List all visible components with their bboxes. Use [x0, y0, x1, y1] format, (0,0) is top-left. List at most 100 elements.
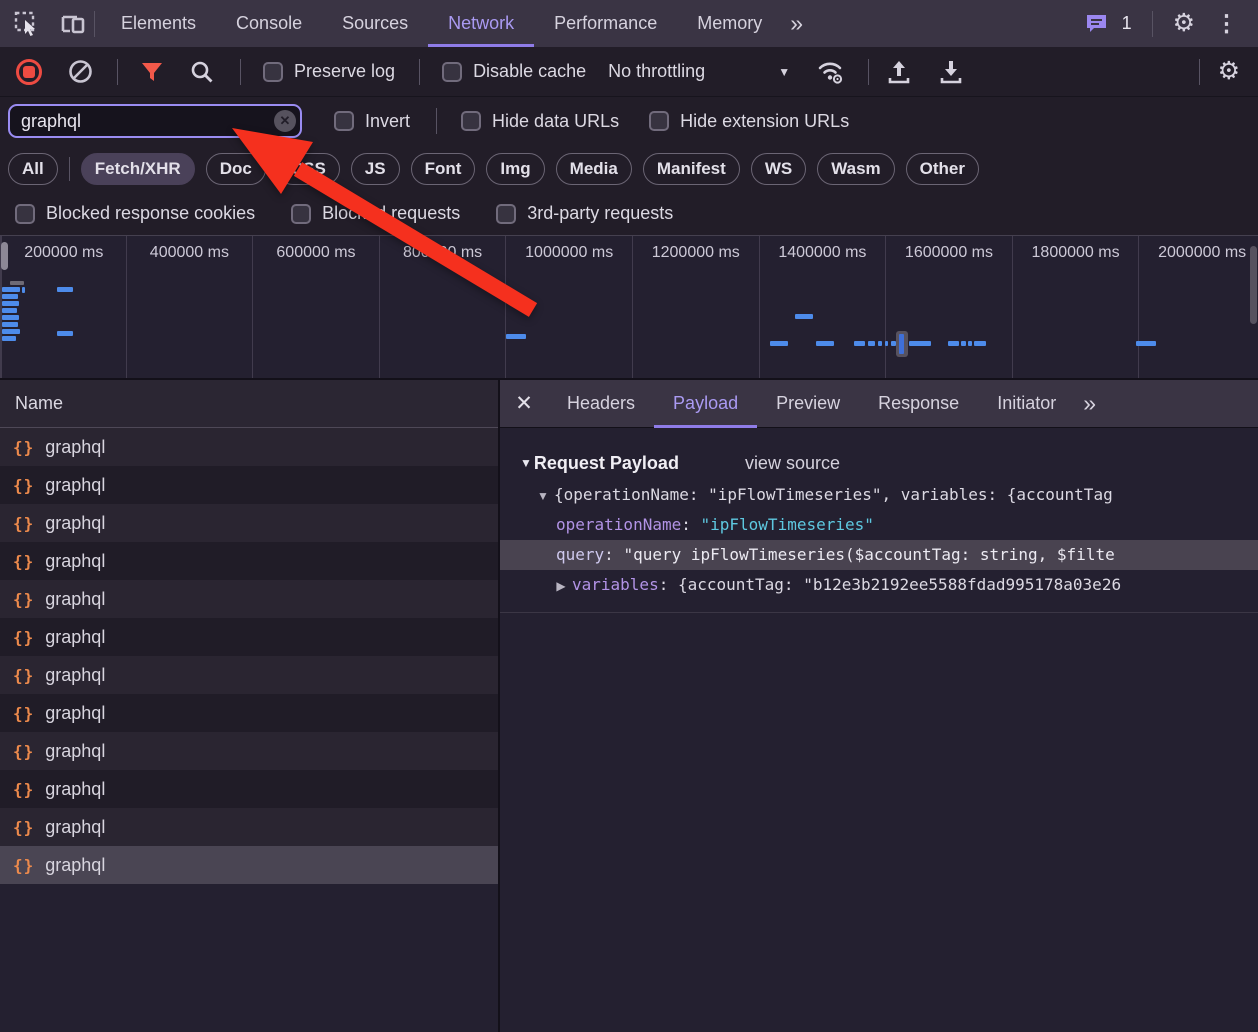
- import-har-icon[interactable]: [887, 59, 911, 85]
- timeline-scroll-thumb-right[interactable]: [1250, 246, 1257, 324]
- request-row[interactable]: {}graphql: [0, 732, 498, 770]
- third-party-requests-checkbox[interactable]: 3rd-party requests: [496, 203, 673, 224]
- json-request-icon: {}: [13, 552, 34, 571]
- filter-funnel-icon[interactable]: [140, 61, 164, 83]
- details-tab-payload[interactable]: Payload: [654, 380, 757, 428]
- chip-ws[interactable]: WS: [751, 153, 806, 185]
- hide-data-urls-checkbox[interactable]: Hide data URLs: [461, 111, 619, 132]
- preserve-log-checkbox[interactable]: Preserve log: [263, 61, 395, 82]
- clear-network-log-icon[interactable]: [68, 59, 93, 84]
- tab-performance[interactable]: Performance: [534, 0, 677, 47]
- checkbox-box[interactable]: [263, 62, 283, 82]
- request-row[interactable]: {}graphql: [0, 428, 498, 466]
- device-toolbar-icon[interactable]: [60, 12, 88, 36]
- export-har-icon[interactable]: [939, 59, 963, 85]
- request-row[interactable]: {}graphql: [0, 618, 498, 656]
- checkbox-box[interactable]: [649, 111, 669, 131]
- close-details-icon[interactable]: ✕: [500, 380, 548, 428]
- name-column-header[interactable]: Name: [0, 380, 498, 428]
- chip-css[interactable]: CSS: [277, 153, 340, 185]
- request-row[interactable]: {}graphql: [0, 656, 498, 694]
- waterfall-bar: [2, 315, 19, 320]
- more-details-tabs-icon[interactable]: »: [1075, 392, 1104, 415]
- blocked-requests-checkbox[interactable]: Blocked requests: [291, 203, 460, 224]
- tab-memory[interactable]: Memory: [677, 0, 782, 47]
- invert-checkbox[interactable]: Invert: [334, 111, 410, 132]
- checkbox-box[interactable]: [496, 204, 516, 224]
- requests-empty-area: [0, 884, 498, 1032]
- settings-gear-icon[interactable]: ⚙: [1173, 11, 1195, 36]
- details-tab-headers[interactable]: Headers: [548, 380, 654, 428]
- record-network-log-icon[interactable]: [16, 59, 42, 85]
- network-overview-timeline[interactable]: 200000 ms 400000 ms 600000 ms 800000 ms …: [0, 235, 1258, 380]
- issues-message-icon[interactable]: [1085, 13, 1108, 34]
- json-request-icon: {}: [13, 666, 34, 685]
- chip-js[interactable]: JS: [351, 153, 400, 185]
- divider: [69, 157, 70, 181]
- tree-collapsed-icon[interactable]: ▶: [550, 571, 572, 600]
- chip-all[interactable]: All: [8, 153, 58, 185]
- tab-network[interactable]: Network: [428, 0, 534, 47]
- request-row[interactable]: {}graphql: [0, 580, 498, 618]
- request-row[interactable]: {}graphql: [0, 504, 498, 542]
- request-row[interactable]: {}graphql: [0, 466, 498, 504]
- request-name: graphql: [45, 513, 105, 534]
- waterfall-bar: [770, 341, 788, 346]
- hide-extension-urls-checkbox[interactable]: Hide extension URLs: [649, 111, 849, 132]
- json-request-icon: {}: [13, 590, 34, 609]
- request-row[interactable]: {}graphql: [0, 808, 498, 846]
- view-source-link[interactable]: view source: [745, 453, 840, 474]
- throttling-dropdown[interactable]: No throttling ▼: [608, 61, 790, 82]
- payload-operation-name-line[interactable]: operationName: "ipFlowTimeseries": [500, 510, 1258, 540]
- chip-other[interactable]: Other: [906, 153, 979, 185]
- request-row[interactable]: {}graphql: [0, 694, 498, 732]
- checkbox-box[interactable]: [334, 111, 354, 131]
- checkbox-box[interactable]: [15, 204, 35, 224]
- tab-console[interactable]: Console: [216, 0, 322, 47]
- chip-fetch-xhr[interactable]: Fetch/XHR: [81, 153, 195, 185]
- request-row[interactable]: {}graphql: [0, 770, 498, 808]
- payload-query-line-selected[interactable]: query: "query ipFlowTimeseries($accountT…: [500, 540, 1258, 570]
- checkbox-box[interactable]: [291, 204, 311, 224]
- divider: [94, 11, 95, 37]
- details-tab-response[interactable]: Response: [859, 380, 978, 428]
- chip-img[interactable]: Img: [486, 153, 544, 185]
- network-settings-gear-icon[interactable]: ⚙: [1218, 59, 1240, 84]
- divider: [436, 108, 437, 134]
- network-conditions-icon[interactable]: [816, 59, 846, 85]
- timeline-scroll-thumb-left[interactable]: [1, 242, 8, 270]
- waterfall-bar: [57, 287, 73, 292]
- request-payload-title: Request Payload: [534, 453, 679, 474]
- divider: [868, 59, 869, 85]
- json-key: variables: [572, 575, 659, 594]
- more-tabs-icon[interactable]: »: [782, 12, 811, 35]
- json-request-icon: {}: [13, 742, 34, 761]
- details-tab-preview[interactable]: Preview: [757, 380, 859, 428]
- tab-elements[interactable]: Elements: [101, 0, 216, 47]
- more-menu-icon[interactable]: ⋮: [1209, 12, 1244, 35]
- chip-wasm[interactable]: Wasm: [817, 153, 894, 185]
- tab-sources[interactable]: Sources: [322, 0, 428, 47]
- inspect-element-icon[interactable]: [14, 11, 40, 37]
- chip-font[interactable]: Font: [411, 153, 476, 185]
- filter-row: ✕ Invert Hide data URLs Hide extension U…: [0, 97, 1258, 145]
- search-icon[interactable]: [190, 60, 214, 84]
- payload-preview-line[interactable]: ▼{operationName: "ipFlowTimeseries", var…: [500, 480, 1258, 510]
- tree-expanded-icon[interactable]: ▼: [532, 481, 554, 510]
- chip-media[interactable]: Media: [556, 153, 632, 185]
- request-row-selected[interactable]: {}graphql: [0, 846, 498, 884]
- chip-manifest[interactable]: Manifest: [643, 153, 740, 185]
- checkbox-box[interactable]: [461, 111, 481, 131]
- filter-input[interactable]: [8, 104, 302, 138]
- details-tab-initiator[interactable]: Initiator: [978, 380, 1075, 428]
- chip-doc[interactable]: Doc: [206, 153, 266, 185]
- disable-cache-checkbox[interactable]: Disable cache: [442, 61, 586, 82]
- checkbox-box[interactable]: [442, 62, 462, 82]
- issues-count[interactable]: 1: [1122, 13, 1132, 34]
- clear-filter-icon[interactable]: ✕: [274, 110, 296, 132]
- payload-variables-line[interactable]: ▶variables: {accountTag: "b12e3b2192ee55…: [500, 570, 1258, 600]
- payload-preview-text: {operationName: "ipFlowTimeseries", vari…: [554, 485, 1113, 504]
- blocked-response-cookies-checkbox[interactable]: Blocked response cookies: [15, 203, 255, 224]
- section-collapse-icon[interactable]: ▼: [520, 456, 532, 470]
- request-row[interactable]: {}graphql: [0, 542, 498, 580]
